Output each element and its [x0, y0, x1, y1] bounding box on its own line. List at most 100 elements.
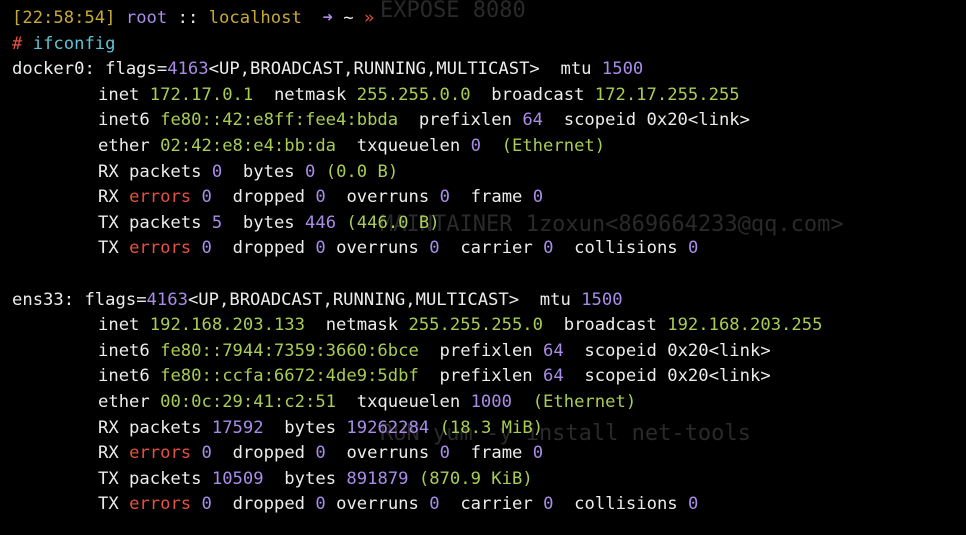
dropped-label: dropped: [232, 187, 306, 208]
overruns-label: overruns: [346, 187, 430, 208]
link-type: (Ethernet): [501, 135, 606, 156]
scopeid-value: 0x20<link>: [667, 366, 771, 387]
tx-dropped-value: 0: [315, 238, 326, 259]
mtu-value: 1500: [601, 59, 644, 80]
txqueuelen-label: txqueuelen: [356, 391, 461, 412]
rx-bytes-value: 19262284: [346, 417, 430, 438]
prompt-arrow-icon: ➜: [322, 8, 333, 28]
prompt-directory: ~: [343, 8, 354, 28]
prefixlen-value: 64: [522, 110, 544, 131]
prompt-host: localhost: [208, 8, 302, 28]
rx-frame-value: 0: [532, 443, 544, 464]
overruns-label: overruns: [346, 443, 430, 464]
tx-prefix: TX: [98, 494, 119, 515]
scopeid-label: scopeid: [563, 110, 637, 131]
carrier-label: carrier: [460, 494, 533, 515]
terminal-output: [22:58:54] root :: localhost ➜ ~ » # ifc…: [12, 6, 966, 518]
broadcast-value: 192.168.203.255: [667, 315, 823, 336]
mtu-value: 1500: [581, 289, 623, 310]
rx-bytes-label: bytes: [242, 161, 295, 182]
errors-label: errors: [129, 443, 192, 464]
tx-bytes-label: bytes: [242, 212, 295, 233]
tx-packets-line: TX packets 10509 bytes 891879 (870.9 KiB…: [12, 467, 966, 493]
tx-bytes-human: (870.9 KiB): [418, 468, 533, 489]
tx-dropped-value: 0: [315, 494, 326, 515]
flags-value: 4163: [146, 289, 188, 310]
tx-packets-value: 10509: [211, 468, 264, 489]
collisions-label: collisions: [574, 494, 678, 515]
prompt-line: [22:58:54] root :: localhost ➜ ~ »: [12, 6, 966, 32]
netmask-label: netmask: [273, 84, 347, 105]
rx-errors-line: RX errors 0 dropped 0 overruns 0 frame 0: [12, 441, 966, 467]
tx-packets-label: TX packets: [98, 212, 202, 233]
rx-packets-label: RX packets: [98, 417, 202, 438]
dropped-label: dropped: [232, 443, 306, 464]
tx-bytes-label: bytes: [284, 468, 337, 489]
scopeid-value: 0x20<link>: [667, 340, 771, 361]
prefixlen-label: prefixlen: [418, 110, 512, 131]
tx-errors-value: 0: [201, 494, 212, 515]
errors-label: errors: [129, 494, 192, 515]
collisions-label: collisions: [574, 238, 678, 259]
tx-prefix: TX: [98, 238, 119, 259]
mtu-label: mtu: [539, 289, 571, 310]
inet-label: inet: [98, 84, 140, 105]
rx-packets-line: RX packets 17592 bytes 19262284 (18.3 Mi…: [12, 416, 966, 442]
inet6-address: fe80::42:e8ff:fee4:bbda: [160, 110, 399, 131]
rx-prefix: RX: [98, 187, 119, 208]
inet-line: inet 192.168.203.133 netmask 255.255.255…: [12, 313, 966, 339]
inet6-label: inet6: [98, 110, 150, 131]
inet6-label: inet6: [98, 366, 150, 387]
terminal-window[interactable]: EXPOSE 8080 MAINTAINER 1zoxun<869664233@…: [0, 0, 966, 535]
broadcast-label: broadcast: [563, 315, 657, 336]
root-prompt-symbol: #: [12, 33, 23, 54]
rx-errors-value: 0: [201, 443, 212, 464]
tx-collisions-value: 0: [688, 494, 699, 515]
flags-list: <UP,BROADCAST,RUNNING,MULTICAST>: [208, 59, 540, 80]
command-line[interactable]: # ifconfig: [12, 32, 966, 58]
interface-header-docker0: docker0: flags=4163<UP,BROADCAST,RUNNING…: [12, 59, 644, 80]
inet6-address: fe80::7944:7359:3660:6bce: [160, 340, 419, 361]
tx-errors-line: TX errors 0 dropped 0 overruns 0 carrier…: [12, 492, 966, 518]
tx-errors-line: TX errors 0 dropped 0 overruns 0 carrier…: [12, 236, 966, 262]
overruns-label: overruns: [336, 494, 419, 515]
ether-label: ether: [98, 391, 150, 412]
rx-dropped-value: 0: [315, 443, 326, 464]
tx-bytes-value: 446: [305, 212, 337, 233]
broadcast-label: broadcast: [491, 84, 585, 105]
rx-errors-value: 0: [201, 187, 212, 208]
frame-label: frame: [470, 443, 523, 464]
link-type: (Ethernet): [532, 391, 637, 412]
rx-dropped-value: 0: [315, 187, 326, 208]
rx-bytes-label: bytes: [284, 417, 337, 438]
rx-prefix: RX: [98, 443, 119, 464]
interface-header-ens33: ens33: flags=4163<UP,BROADCAST,RUNNING,M…: [12, 289, 623, 310]
errors-label: errors: [129, 238, 192, 259]
netmask-label: netmask: [325, 315, 399, 336]
netmask-value: 255.255.255.0: [408, 315, 544, 336]
prefixlen-label: prefixlen: [439, 366, 533, 387]
interface-name: ens33: [12, 289, 64, 310]
interface-name: docker0: [12, 59, 85, 80]
tx-overruns-value: 0: [429, 238, 440, 259]
txqueuelen-value: 0: [470, 135, 481, 156]
inet-line: inet 172.17.0.1 netmask 255.255.0.0 broa…: [12, 83, 966, 109]
inet-address: 172.17.0.1: [149, 84, 254, 105]
rx-packets-line: RX packets 0 bytes 0 (0.0 B): [12, 160, 966, 186]
netmask-value: 255.255.0.0: [356, 84, 471, 105]
inet6-line: inet6 fe80::7944:7359:3660:6bce prefixle…: [12, 339, 966, 365]
errors-label: errors: [129, 187, 192, 208]
flags-label: flags=: [105, 59, 168, 80]
inet-address: 192.168.203.133: [149, 315, 305, 336]
flags-label: flags=: [84, 289, 147, 310]
rx-errors-line: RX errors 0 dropped 0 overruns 0 frame 0: [12, 185, 966, 211]
flags-list: <UP,BROADCAST,RUNNING,MULTICAST>: [187, 289, 520, 310]
inet6-line: inet6 fe80::ccfa:6672:4de9:5dbf prefixle…: [12, 364, 966, 390]
prompt-separator: ::: [177, 8, 199, 28]
tx-packets-line: TX packets 5 bytes 446 (446.0 B): [12, 211, 966, 237]
inet6-address: fe80::ccfa:6672:4de9:5dbf: [160, 366, 419, 387]
tx-overruns-value: 0: [429, 494, 440, 515]
txqueuelen-label: txqueuelen: [356, 135, 461, 156]
ether-line: ether 00:0c:29:41:c2:51 txqueuelen 1000 …: [12, 390, 966, 416]
